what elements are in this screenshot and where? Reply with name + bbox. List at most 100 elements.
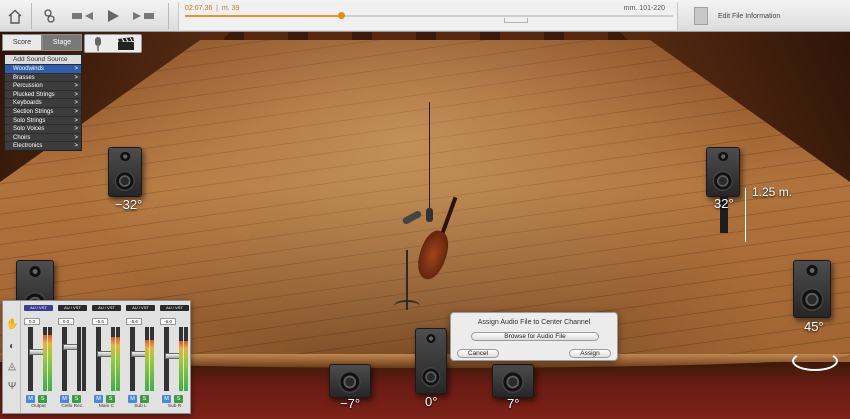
fader-track[interactable] (62, 327, 78, 391)
rewind-icon[interactable] (70, 4, 96, 28)
mute-button[interactable]: M (60, 395, 69, 403)
plugin-slot[interactable]: AU / VST (24, 305, 53, 311)
fader-knob[interactable] (131, 351, 146, 358)
menu-item-keyboards[interactable]: Keyboards > (5, 98, 81, 107)
menu-item-label: Solo Strings (13, 117, 46, 124)
play-icon[interactable] (103, 4, 123, 28)
menu-item-label: Plucked Strings (13, 91, 55, 98)
fork-icon[interactable]: Ψ (6, 381, 18, 393)
mute-button[interactable]: M (162, 395, 171, 403)
gain-value[interactable]: 0.0 (58, 318, 74, 325)
menu-item-label: Percussion (13, 83, 43, 90)
menu-item-plucked-strings[interactable]: Plucked Strings > (5, 89, 81, 99)
menu-item-woodwinds[interactable]: Woodwinds > (5, 64, 81, 73)
level-meter (111, 327, 115, 391)
speaker-left[interactable] (108, 147, 142, 197)
fader-track[interactable] (130, 327, 146, 391)
speaker-left-angle: −32° (115, 197, 143, 212)
menu-item-brasses[interactable]: Brasses > (5, 72, 81, 82)
menu-item-label: Section Strings (13, 108, 54, 115)
mixer-tools: ✋ ◐ ◬ Ψ (3, 301, 21, 413)
forward-icon[interactable] (130, 4, 156, 28)
gain-value[interactable]: -6.0 (160, 318, 176, 325)
cancel-button[interactable]: Cancel (457, 349, 499, 358)
speaker-center-right[interactable] (492, 364, 534, 398)
clapperboard-icon[interactable] (117, 36, 135, 51)
divider (31, 3, 32, 29)
menu-item-solo-strings[interactable]: Solo Strings > (5, 115, 81, 125)
speaker-rear-right[interactable] (793, 260, 831, 318)
speaker-right[interactable] (706, 147, 740, 197)
plugin-slot[interactable]: AU / VST (58, 305, 87, 311)
menu-item-section-strings[interactable]: Section Strings > (5, 106, 81, 116)
bell-icon[interactable]: ◬ (6, 361, 18, 373)
timeline-track[interactable] (185, 12, 673, 19)
menu-item-label: Keyboards (13, 100, 42, 107)
solo-button[interactable]: S (106, 395, 115, 403)
mic-stand-base (394, 300, 420, 312)
tab-stage[interactable]: Stage (42, 34, 82, 51)
speaker-center-angle: 0° (425, 394, 438, 409)
assign-button[interactable]: Assign (569, 349, 611, 358)
hanging-mic-cable (429, 102, 430, 210)
speaker-center[interactable] (415, 328, 447, 394)
mixer-strip: AU / VST 0.0 M S Output (22, 303, 55, 412)
level-meter (48, 327, 52, 391)
level-meter (43, 327, 47, 391)
menu-item-choirs[interactable]: Choirs > (5, 132, 81, 142)
tab-score[interactable]: Score (2, 34, 42, 51)
level-meter (145, 327, 149, 391)
plugin-slot[interactable]: AU / VST (92, 305, 121, 311)
plugin-slot[interactable]: AU / VST (160, 305, 189, 311)
menu-item-label: Electronics (13, 143, 43, 150)
loop-marker[interactable] (504, 18, 528, 23)
ensemble-icon[interactable] (40, 4, 60, 28)
hanging-microphone[interactable] (426, 208, 433, 222)
speaker-right-angle: 32° (714, 196, 734, 211)
level-meter (184, 327, 188, 391)
solo-button[interactable]: S (72, 395, 81, 403)
solo-button[interactable]: S (174, 395, 183, 403)
plugin-slot[interactable]: AU / VST (126, 305, 155, 311)
mute-button[interactable]: M (94, 395, 103, 403)
edit-file-information-button[interactable]: Edit File Information (694, 4, 844, 28)
mute-button[interactable]: M (26, 395, 35, 403)
menu-item-solo-voices[interactable]: Solo Voices > (5, 124, 81, 133)
meter-fill (150, 339, 154, 391)
pan-icon[interactable]: ◐ (6, 341, 18, 353)
home-icon[interactable] (4, 4, 26, 28)
gain-value[interactable]: 0.0 (24, 318, 40, 325)
meter-fill (48, 334, 52, 391)
fader-knob[interactable] (29, 349, 44, 356)
speaker-height-label: 1.25 m. (752, 185, 793, 199)
fader-track[interactable] (28, 327, 44, 391)
timeline[interactable]: 02:07.36 | m. 39 mm. 101-220 (178, 2, 678, 30)
menu-item-electronics[interactable]: Electronics > (5, 141, 81, 150)
add-sound-source-header[interactable]: Add Sound Source (5, 55, 81, 64)
fader-track[interactable] (96, 327, 112, 391)
gain-value[interactable]: -5.6 (92, 318, 108, 325)
document-icon (694, 7, 708, 25)
gain-value[interactable]: -5.6 (126, 318, 142, 325)
speaker-center-right-angle: 7° (507, 396, 520, 411)
hand-icon[interactable]: ✋ (6, 319, 18, 331)
fader-track[interactable] (164, 327, 180, 391)
view-tabs: Score Stage (2, 34, 82, 51)
microphone-icon[interactable] (92, 36, 104, 52)
browse-audio-file-button[interactable]: Browse for Audio File (471, 332, 599, 341)
rotate-icon[interactable] (792, 351, 838, 371)
menu-item-percussion[interactable]: Percussion > (5, 81, 81, 90)
chevron-right-icon: > (74, 143, 78, 150)
fader-knob[interactable] (97, 351, 112, 358)
fader-knob[interactable] (165, 353, 180, 360)
playhead-handle[interactable] (338, 12, 346, 19)
solo-button[interactable]: S (140, 395, 149, 403)
level-meter (150, 327, 154, 391)
speaker-center-left[interactable] (329, 364, 371, 398)
strip-label: Sub R (167, 404, 182, 409)
fader-knob[interactable] (63, 344, 78, 351)
divider (168, 3, 169, 29)
solo-button[interactable]: S (38, 395, 47, 403)
mute-button[interactable]: M (128, 395, 137, 403)
meter-fill (111, 336, 115, 391)
